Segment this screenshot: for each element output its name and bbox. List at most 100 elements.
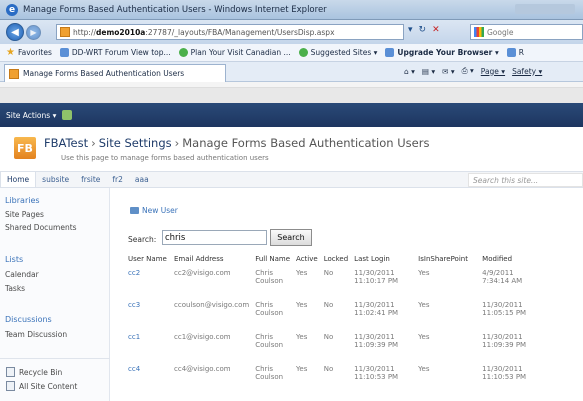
ql-site-pages[interactable]: Site Pages — [5, 210, 44, 219]
last-login-cell: 11/30/2011 11:10:17 PM — [354, 269, 399, 285]
ie-logo-icon: e — [6, 3, 18, 16]
last-login-cell: 11/30/2011 11:10:53 PM — [354, 365, 399, 381]
page-description: Use this page to manage forms based auth… — [61, 154, 269, 162]
favorite-link-suggested-sites[interactable]: Suggested Sites ▾ — [298, 48, 377, 57]
site-logo[interactable]: FB — [14, 137, 36, 159]
address-bar[interactable]: http://demo2010a:27787/_layouts/FBA/Mana… — [56, 24, 404, 40]
nav-frsite[interactable]: frsite — [75, 172, 106, 187]
ie-page-icon — [385, 48, 395, 57]
col-email[interactable]: Email Address — [174, 254, 255, 269]
top-navigation: Home subsite frsite fr2 aaa Search this … — [0, 171, 583, 188]
site-search-input[interactable]: Search this site... — [468, 173, 583, 187]
tab-page-icon — [9, 68, 19, 79]
breadcrumb-site-settings[interactable]: Site Settings — [99, 136, 172, 150]
email-cell: cc4@visigo.com — [174, 365, 231, 373]
favorite-link-upgrade-browser[interactable]: Upgrade Your Browser ▾ — [385, 48, 499, 57]
locked-cell: No — [323, 365, 334, 373]
user-name-link[interactable]: cc4 — [128, 365, 174, 397]
ql-calendar[interactable]: Calendar — [5, 270, 39, 279]
print-icon[interactable]: ⎙ ▾ — [462, 66, 474, 76]
browser-search-placeholder: Google — [487, 27, 514, 37]
page-icon — [60, 27, 70, 37]
ql-recycle-bin[interactable]: Recycle Bin — [6, 367, 62, 377]
table-header-row: User Name Email Address Full Name Active… — [128, 254, 534, 269]
table-row: cc2 cc2@visigo.com Chris Coulson Yes No 1… — [128, 269, 534, 301]
forward-button[interactable]: ▶ — [26, 24, 41, 40]
full-name-cell: Chris Coulson — [255, 301, 284, 317]
ql-libraries-heading[interactable]: Libraries — [5, 196, 40, 205]
url-prefix: http:// — [73, 27, 96, 37]
modified-cell: 11/30/2011 11:10:53 PM — [482, 365, 527, 381]
star-icon: ★ — [6, 47, 15, 58]
mail-icon[interactable]: ✉ ▾ — [442, 67, 454, 76]
breadcrumb-current: Manage Forms Based Authentication Users — [182, 136, 430, 150]
address-row: ◀ ▶ http://demo2010a:27787/_layouts/FBA/… — [0, 20, 583, 44]
favorite-link-overflow[interactable]: R — [506, 48, 524, 57]
page-menu[interactable]: Page ▾ — [481, 67, 505, 76]
col-last-login[interactable]: Last Login — [354, 254, 418, 269]
edit-page-icon[interactable] — [62, 110, 73, 120]
site-header: FB FBATest › Site Settings › Manage Forms Ba… — [0, 127, 583, 171]
favorite-page-icon — [59, 48, 69, 57]
new-user-link[interactable]: New User — [130, 206, 178, 215]
ql-lists-heading[interactable]: Lists — [5, 255, 23, 264]
ql-team-discussion[interactable]: Team Discussion — [5, 330, 67, 339]
col-user-name[interactable]: User Name — [128, 254, 174, 269]
user-name-link[interactable]: cc1 — [128, 333, 174, 365]
tab-label: Manage Forms Based Authentication Users — [23, 69, 185, 78]
favorites-button[interactable]: ★ Favorites — [6, 47, 52, 58]
main-content: New User Search: chris Search User Name … — [110, 188, 583, 401]
nav-fr2[interactable]: fr2 — [106, 172, 129, 187]
active-cell: Yes — [296, 301, 308, 309]
site-actions-menu[interactable]: Site Actions ▾ — [6, 111, 56, 120]
col-full-name[interactable]: Full Name — [255, 254, 296, 269]
dropdown-arrow-icon[interactable]: ▾ — [408, 25, 413, 35]
favorite-page-icon — [178, 48, 188, 57]
favorite-link-plan-visit[interactable]: Plan Your Visit Canadian ... — [178, 48, 291, 57]
browser-search-input[interactable]: Google — [470, 24, 583, 40]
window-controls[interactable] — [515, 4, 575, 14]
url-path: :27787/_layouts/FBA/Management/UsersDisp… — [145, 27, 335, 37]
ql-tasks[interactable]: Tasks — [5, 284, 25, 293]
nav-aaa[interactable]: aaa — [129, 172, 155, 187]
ql-all-site-content[interactable]: All Site Content — [6, 381, 77, 391]
col-modified[interactable]: Modified — [482, 254, 534, 269]
ie-page-icon — [506, 48, 516, 57]
users-table: User Name Email Address Full Name Active… — [128, 254, 534, 397]
quick-launch: Libraries Site Pages Shared Documents Li… — [0, 188, 110, 401]
address-tools: ▾ ↻ ✕ — [408, 25, 440, 35]
sharepoint-ribbon: Site Actions ▾ — [0, 103, 583, 127]
stop-icon[interactable]: ✕ — [432, 25, 440, 35]
last-login-cell: 11/30/2011 11:02:41 PM — [354, 301, 399, 317]
ql-shared-documents[interactable]: Shared Documents — [5, 223, 77, 232]
user-name-link[interactable]: cc2 — [128, 269, 174, 301]
col-locked[interactable]: Locked — [324, 254, 354, 269]
tab-row: Manage Forms Based Authentication Users … — [0, 62, 583, 82]
active-cell: Yes — [296, 365, 308, 373]
favorites-bar: ★ Favorites DD-WRT Forum View top... Plan… — [0, 44, 583, 62]
user-search-input[interactable]: chris — [162, 230, 267, 245]
nav-home[interactable]: Home — [0, 172, 37, 187]
full-name-cell: Chris Coulson — [255, 365, 284, 381]
col-is-in-sharepoint[interactable]: IsInSharePoint — [418, 254, 482, 269]
breadcrumb-separator: › — [91, 136, 96, 150]
favorite-link-ddwrt[interactable]: DD-WRT Forum View top... — [59, 48, 171, 57]
safety-menu[interactable]: Safety ▾ — [512, 67, 542, 76]
search-label: Search: — [128, 235, 157, 244]
home-icon[interactable]: ⌂ ▾ — [404, 67, 415, 76]
refresh-icon[interactable]: ↻ — [419, 25, 427, 35]
breadcrumb-site[interactable]: FBATest — [44, 136, 88, 150]
feeds-icon[interactable]: ▤ ▾ — [422, 67, 435, 76]
browser-tab[interactable]: Manage Forms Based Authentication Users — [4, 64, 226, 82]
ql-discussions-heading[interactable]: Discussions — [5, 315, 52, 324]
user-name-link[interactable]: cc3 — [128, 301, 174, 333]
in-sharepoint-cell: Yes — [418, 333, 430, 341]
col-active[interactable]: Active — [296, 254, 324, 269]
active-cell: Yes — [296, 269, 308, 277]
window-title: Manage Forms Based Authentication Users … — [23, 4, 327, 15]
back-button[interactable]: ◀ — [6, 23, 24, 41]
locked-cell: No — [323, 269, 334, 277]
search-button[interactable]: Search — [270, 229, 312, 246]
nav-subsite[interactable]: subsite — [36, 172, 75, 187]
locked-cell: No — [323, 301, 334, 309]
